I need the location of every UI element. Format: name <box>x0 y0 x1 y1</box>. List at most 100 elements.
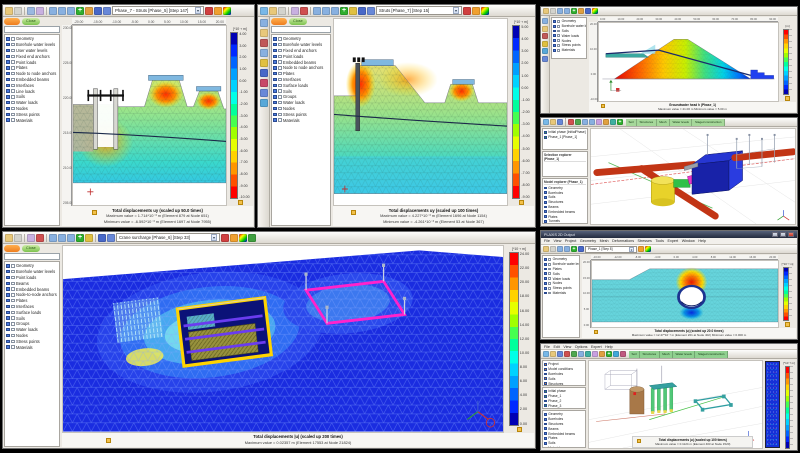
line-icon[interactable] <box>592 351 598 357</box>
visibility-checkbox[interactable] <box>11 78 15 82</box>
chevron-down-icon[interactable]: ▾ <box>453 7 459 14</box>
visibility-checkbox[interactable] <box>557 25 560 28</box>
zoom-out-icon[interactable] <box>564 8 570 14</box>
shadings-icon[interactable] <box>239 234 247 242</box>
close-button[interactable] <box>788 232 794 237</box>
print-icon[interactable] <box>550 8 556 14</box>
3d-viewport[interactable]: Total displacements |u| (scaled up 100 t… <box>588 360 763 449</box>
visibility-checkbox[interactable] <box>548 287 551 290</box>
menu-item[interactable]: Edit <box>553 345 559 349</box>
open-icon[interactable] <box>550 351 556 357</box>
tree-item[interactable]: Materials <box>273 117 329 123</box>
mode-tab[interactable]: Structures <box>640 351 660 358</box>
add-view-icon[interactable]: + <box>571 8 577 14</box>
menu-item[interactable]: Help <box>605 345 613 349</box>
embankment-scene[interactable] <box>334 19 507 205</box>
visibility-checkbox[interactable] <box>278 78 282 82</box>
visibility-checkbox[interactable] <box>548 277 551 280</box>
menu-item[interactable]: Deformations <box>612 239 634 243</box>
zoom-out-icon[interactable] <box>564 246 570 252</box>
visibility-checkbox[interactable] <box>11 270 15 274</box>
visibility-checkbox[interactable] <box>11 43 15 47</box>
3d-viewport[interactable] <box>590 128 796 225</box>
mode-tab[interactable]: Structures <box>637 119 657 126</box>
table2-icon[interactable] <box>260 89 268 97</box>
tab-output[interactable] <box>4 245 20 252</box>
visibility-checkbox[interactable] <box>11 95 15 99</box>
add-view-icon[interactable]: + <box>571 246 577 252</box>
menu-item[interactable]: Geometry <box>580 239 596 243</box>
add-view-icon[interactable]: + <box>76 234 84 242</box>
visibility-checkbox[interactable] <box>11 340 15 344</box>
phase-combo[interactable]: Phase_1 [Step 8] ▾ <box>585 246 637 253</box>
shadings-icon[interactable] <box>645 246 651 252</box>
excavation-scene[interactable] <box>73 26 226 205</box>
zoom-reset-icon[interactable] <box>331 7 339 15</box>
zoom-in-icon[interactable] <box>578 351 584 357</box>
menu-item[interactable]: View <box>553 239 561 243</box>
hint-box-icon[interactable] <box>260 59 268 67</box>
zoom-in-icon[interactable] <box>557 8 563 14</box>
menu-item[interactable]: Tools <box>655 239 664 243</box>
zoom-in-icon[interactable] <box>313 7 321 15</box>
visibility-checkbox[interactable] <box>11 264 15 268</box>
legend-options-icon[interactable] <box>238 200 243 205</box>
phase-item[interactable]: Phase_3 <box>544 403 584 408</box>
visibility-checkbox[interactable] <box>11 316 15 320</box>
visibility-checkbox[interactable] <box>11 334 15 338</box>
shadings-icon[interactable] <box>592 8 598 14</box>
borehole-icon[interactable] <box>585 351 591 357</box>
mode-tab[interactable]: Soil <box>626 119 637 126</box>
tab-output[interactable] <box>271 18 287 25</box>
menu-item[interactable]: Help <box>698 239 706 243</box>
visibility-checkbox[interactable] <box>548 292 551 295</box>
tree-item[interactable]: Materials <box>544 446 584 448</box>
report-icon[interactable] <box>36 7 44 15</box>
hint-icon[interactable] <box>542 41 548 47</box>
open-icon[interactable] <box>269 7 277 15</box>
visibility-checkbox[interactable] <box>557 30 560 33</box>
visibility-checkbox[interactable] <box>278 89 282 93</box>
visibility-checkbox[interactable] <box>278 113 282 117</box>
distance-icon[interactable] <box>260 39 268 47</box>
visibility-checkbox[interactable] <box>278 101 282 105</box>
save-icon[interactable] <box>557 119 563 125</box>
table-icon[interactable] <box>103 7 111 15</box>
visibility-checkbox[interactable] <box>278 43 282 47</box>
menu-item[interactable]: Expert <box>668 239 679 243</box>
visibility-checkbox[interactable] <box>11 276 15 280</box>
undo-icon[interactable] <box>568 119 574 125</box>
add-view-icon[interactable]: + <box>76 7 84 15</box>
menu-item[interactable]: File <box>544 345 550 349</box>
visibility-checkbox[interactable] <box>557 20 560 23</box>
report-icon[interactable] <box>27 234 35 242</box>
redo-icon[interactable] <box>575 119 581 125</box>
phase-item[interactable]: Phase_1 [Phase_1] <box>544 135 586 140</box>
tree-item[interactable]: Materials <box>544 291 578 296</box>
zoom-out-icon[interactable] <box>322 7 330 15</box>
shadings-icon[interactable] <box>481 7 489 15</box>
visibility-checkbox[interactable] <box>11 107 15 111</box>
open-icon[interactable] <box>543 8 549 14</box>
tree-item[interactable]: Structures <box>544 381 584 386</box>
tunnel-scene[interactable] <box>592 261 778 327</box>
mode-tab[interactable]: Mesh <box>657 119 670 126</box>
visibility-checkbox[interactable] <box>557 34 560 37</box>
structures-3d-scene[interactable] <box>591 129 795 224</box>
select-icon[interactable] <box>542 18 548 24</box>
arrows-icon[interactable] <box>463 7 471 15</box>
visibility-checkbox[interactable] <box>11 72 15 76</box>
visibility-checkbox[interactable] <box>11 55 15 59</box>
visibility-checkbox[interactable] <box>548 268 551 271</box>
mode-tab[interactable]: Staged construction <box>695 351 728 358</box>
gauge-icon[interactable] <box>214 7 222 15</box>
undo-icon[interactable] <box>564 351 570 357</box>
forces-view-icon[interactable] <box>260 79 268 87</box>
save-icon[interactable] <box>557 351 563 357</box>
visibility-checkbox[interactable] <box>11 113 15 117</box>
cross-section-icon[interactable] <box>585 8 591 14</box>
load-icon[interactable] <box>620 351 626 357</box>
menu-item[interactable]: File <box>544 239 550 243</box>
visibility-checkbox[interactable] <box>557 44 560 47</box>
visibility-checkbox[interactable] <box>557 39 560 42</box>
